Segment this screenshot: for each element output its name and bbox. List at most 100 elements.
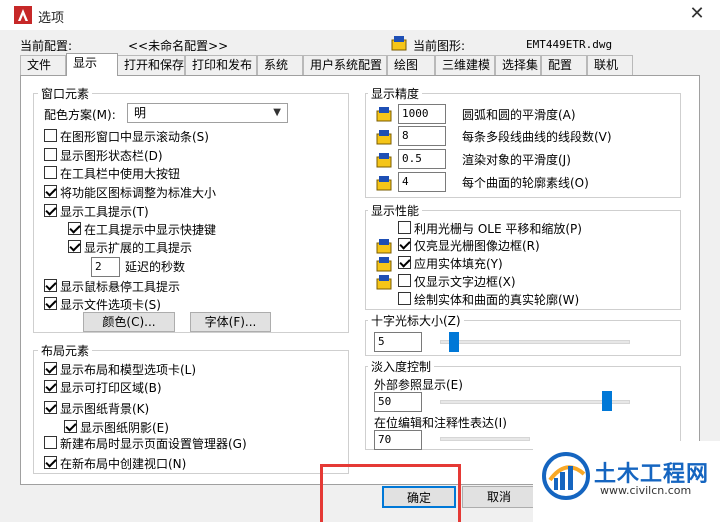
drawing-saved-icon [376, 129, 392, 145]
watermark-url: www.civilcn.com [600, 484, 692, 497]
checkbox-solid-fill[interactable] [398, 256, 411, 269]
checkbox-page-setup-manager-label: 新建布局时显示页面设置管理器(G) [60, 437, 247, 451]
contour-lines-label: 每个曲面的轮廓素线(O) [462, 176, 589, 190]
crosshair-slider-thumb[interactable] [449, 332, 459, 352]
checkbox-layout-tabs-label: 显示布局和模型选项卡(L) [60, 363, 197, 377]
inplace-fade-input[interactable]: 70 [374, 430, 422, 450]
checkbox-paper-shadow[interactable] [64, 420, 77, 433]
checkbox-paper-shadow-label: 显示图纸阴影(E) [80, 421, 169, 435]
tab-drafting[interactable]: 绘图 [387, 55, 435, 76]
checkbox-ribbon-icons[interactable] [44, 185, 57, 198]
window-title: 选项 [38, 11, 65, 26]
delay-seconds-label: 延迟的秒数 [125, 260, 186, 274]
drawing-saved-icon [376, 238, 392, 254]
checkbox-shortcut-keys-label: 在工具提示中显示快捷键 [84, 223, 217, 237]
polyline-segments-label: 每条多段线曲线的线段数(V) [462, 130, 612, 144]
checkbox-true-silhouettes[interactable] [398, 292, 411, 305]
fonts-button[interactable]: 字体(F)... [190, 312, 271, 332]
drawing-saved-icon [376, 274, 392, 290]
tab-files[interactable]: 文件 [20, 55, 66, 76]
tab-profiles[interactable]: 配置 [541, 55, 587, 76]
rendered-smoothness-label: 渲染对象的平滑度(J) [462, 153, 571, 167]
tab-display[interactable]: 显示 [66, 53, 118, 76]
checkbox-layout-tabs[interactable] [44, 362, 57, 375]
checkbox-file-tabs[interactable] [44, 297, 57, 310]
color-scheme-select[interactable]: 明 ▼ [127, 103, 288, 123]
checkbox-scrollbars-label: 在图形窗口中显示滚动条(S) [60, 130, 209, 144]
title-bar [0, 0, 720, 30]
current-config-value: <<未命名配置>> [128, 39, 229, 53]
checkbox-tooltips-label: 显示工具提示(T) [60, 205, 149, 219]
xref-slider-thumb[interactable] [602, 391, 612, 411]
crosshair-size-input[interactable]: 5 [374, 332, 422, 352]
checkbox-large-buttons-label: 在工具栏中使用大按钮 [60, 167, 181, 181]
arc-smoothness-label: 圆弧和圆的平滑度(A) [462, 108, 576, 122]
checkbox-file-tabs-label: 显示文件选项卡(S) [60, 298, 161, 312]
color-scheme-label: 配色方案(M): [44, 108, 116, 122]
arc-smoothness-input[interactable]: 1000 [398, 104, 446, 124]
checkbox-extended-tooltips[interactable] [68, 240, 81, 253]
current-config-label: 当前配置: [20, 39, 73, 53]
checkbox-raster-ole-pan-label: 利用光栅与 OLE 平移和缩放(P) [414, 222, 582, 236]
tab-system[interactable]: 系统 [257, 55, 303, 76]
checkbox-rollover-tooltips-label: 显示鼠标悬停工具提示 [60, 280, 181, 294]
checkbox-printable-area[interactable] [44, 380, 57, 393]
checkbox-shortcut-keys[interactable] [68, 222, 81, 235]
drawing-saved-icon [376, 152, 392, 168]
checkbox-scrollbars[interactable] [44, 129, 57, 142]
tab-online[interactable]: 联机 [587, 55, 633, 76]
checkbox-tooltips[interactable] [44, 204, 57, 217]
civil-engineering-logo-icon [540, 450, 592, 502]
close-icon[interactable]: ✕ [686, 3, 708, 25]
highlight-annotation-box [320, 464, 461, 522]
tab-selection[interactable]: 选择集 [495, 55, 541, 76]
drawing-saved-icon [376, 106, 392, 122]
inplace-slider-track[interactable] [440, 437, 530, 441]
fade-control-title: 淡入度控制 [368, 358, 435, 375]
cancel-button[interactable]: 取消 [462, 486, 536, 508]
tab-open-save[interactable]: 打开和保存 [117, 55, 185, 76]
polyline-segments-input[interactable]: 8 [398, 126, 446, 146]
checkbox-paper-background[interactable] [44, 401, 57, 414]
checkbox-text-frame-label: 仅显示文字边框(X) [414, 275, 516, 289]
drawing-saved-icon [376, 256, 392, 272]
xref-display-label: 外部参照显示(E) [374, 378, 463, 392]
checkbox-text-frame[interactable] [398, 274, 411, 287]
contour-lines-input[interactable]: 4 [398, 172, 446, 192]
window-elements-title: 窗口元素 [38, 85, 93, 102]
display-performance-title: 显示性能 [368, 202, 423, 219]
tab-user-preferences[interactable]: 用户系统配置 [303, 55, 387, 76]
drawing-saved-icon [376, 175, 392, 191]
checkbox-extended-tooltips-label: 显示扩展的工具提示 [84, 241, 193, 255]
checkbox-raster-frame[interactable] [398, 238, 411, 251]
checkbox-status-bar[interactable] [44, 148, 57, 161]
checkbox-create-viewport-label: 在新布局中创建视口(N) [60, 457, 187, 471]
drawing-icon [391, 35, 407, 51]
checkbox-page-setup-manager[interactable] [44, 436, 57, 449]
tab-3d-modeling[interactable]: 三维建模 [435, 55, 495, 76]
checkbox-raster-frame-label: 仅亮显光栅图像边框(R) [414, 239, 540, 253]
checkbox-paper-background-label: 显示图纸背景(K) [60, 402, 150, 416]
xref-fade-input[interactable]: 50 [374, 392, 422, 412]
checkbox-large-buttons[interactable] [44, 166, 57, 179]
checkbox-rollover-tooltips[interactable] [44, 279, 57, 292]
display-resolution-title: 显示精度 [368, 85, 423, 102]
checkbox-status-bar-label: 显示图形状态栏(D) [60, 149, 163, 163]
checkbox-printable-area-label: 显示可打印区域(B) [60, 381, 162, 395]
checkbox-raster-ole-pan[interactable] [398, 221, 411, 234]
checkbox-true-silhouettes-label: 绘制实体和曲面的真实轮廓(W) [414, 293, 580, 307]
current-drawing-label: 当前图形: [413, 39, 466, 53]
colors-button[interactable]: 颜色(C)... [83, 312, 175, 332]
crosshair-slider-track[interactable] [440, 340, 630, 344]
inplace-edit-label: 在位编辑和注释性表达(I) [374, 416, 507, 430]
checkbox-ribbon-icons-label: 将功能区图标调整为标准大小 [60, 186, 217, 200]
autocad-logo-icon [14, 6, 32, 24]
delay-seconds-input[interactable]: 2 [91, 257, 120, 277]
layout-elements-title: 布局元素 [38, 342, 93, 359]
checkbox-solid-fill-label: 应用实体填充(Y) [414, 257, 503, 271]
tab-plot-publish[interactable]: 打印和发布 [185, 55, 257, 76]
rendered-smoothness-input[interactable]: 0.5 [398, 149, 446, 169]
current-drawing-value: EMT449ETR.dwg [526, 38, 613, 51]
checkbox-create-viewport[interactable] [44, 456, 57, 469]
crosshair-title: 十字光标大小(Z) [368, 312, 464, 329]
